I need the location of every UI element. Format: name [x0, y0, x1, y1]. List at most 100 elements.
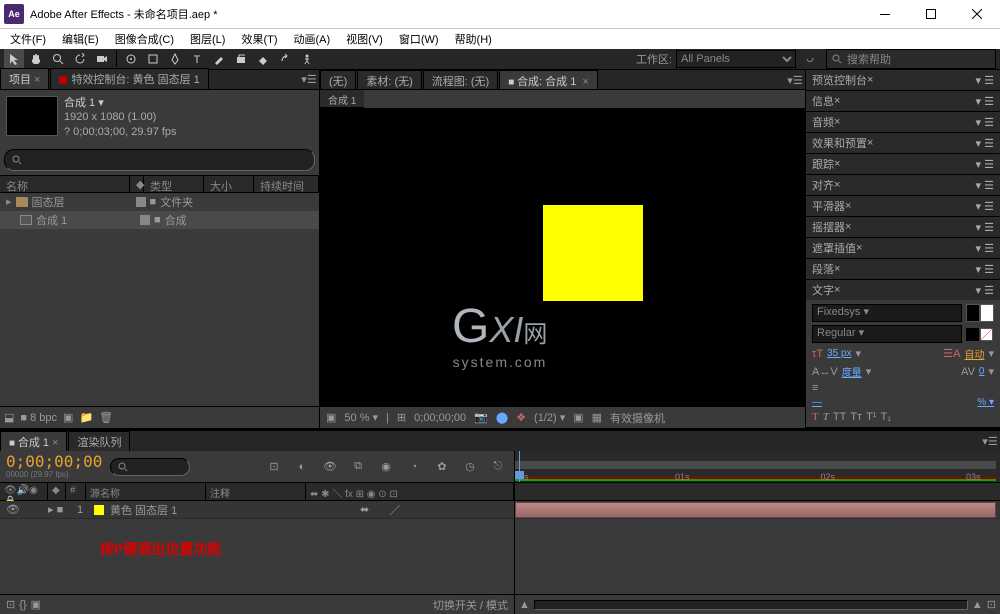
roi-icon[interactable]: ▣: [573, 411, 583, 424]
panel-align[interactable]: 对齐×▾ ☰: [806, 175, 1000, 195]
fill-color-swatch[interactable]: [966, 304, 980, 322]
workspace-refresh-icon[interactable]: [800, 49, 820, 69]
panel-character[interactable]: 文字×▾ ☰: [806, 280, 1000, 300]
menu-animation[interactable]: 动画(A): [288, 29, 337, 49]
toggle-graph-icon[interactable]: {}: [19, 599, 26, 611]
panel-mask-interp[interactable]: 遮罩插值×▾ ☰: [806, 238, 1000, 258]
col-label[interactable]: ◆: [130, 176, 144, 192]
toggle-inout-icon[interactable]: ▣: [31, 598, 41, 611]
clone-tool[interactable]: [231, 49, 251, 69]
leading-value[interactable]: 自动: [964, 346, 984, 361]
timeline-search[interactable]: [110, 458, 190, 476]
menu-layer[interactable]: 图层(L): [184, 29, 231, 49]
menu-composition[interactable]: 图像合成(C): [109, 29, 180, 49]
col-duration[interactable]: 持续时间: [254, 176, 319, 192]
snapshot-icon[interactable]: 📷: [474, 411, 488, 424]
project-row-comp[interactable]: 合成 1 ■ 合成: [0, 211, 319, 229]
zoom-in-icon[interactable]: ▲: [972, 599, 983, 611]
workspace-dropdown[interactable]: All Panels: [676, 50, 796, 68]
panel-effects-presets[interactable]: 效果和预置×▾ ☰: [806, 133, 1000, 153]
auto-keyframe-icon[interactable]: ◷: [460, 457, 480, 477]
brainstorm-icon[interactable]: ✿: [432, 457, 452, 477]
pan-behind-tool[interactable]: [121, 49, 141, 69]
panel-menu-icon[interactable]: ▾☰: [785, 70, 805, 90]
col-type[interactable]: 类型: [144, 176, 204, 192]
shy-icon[interactable]: 👁: [320, 457, 340, 477]
comp-button-icon[interactable]: ⊡: [987, 598, 996, 611]
playhead[interactable]: [519, 451, 520, 482]
panel-wiggler[interactable]: 摇摆器×▾ ☰: [806, 217, 1000, 237]
tracking-value[interactable]: 0: [979, 366, 985, 377]
interpret-footage-icon[interactable]: ⬓: [4, 411, 14, 424]
tab-footage-none[interactable]: 素材: (无): [357, 70, 421, 89]
tab-layer-none[interactable]: (无): [320, 70, 356, 89]
resolution-dropdown[interactable]: (1/2) ▾: [534, 411, 565, 424]
toggle-switch-icon[interactable]: ⊡: [6, 598, 15, 611]
puppet-tool[interactable]: [297, 49, 317, 69]
timeline-layer-1[interactable]: 👁 ▸ ■ 1 黄色 固态层 1 ⬌ ／: [0, 501, 514, 519]
minimize-button[interactable]: [862, 0, 908, 28]
subscript-button[interactable]: T₁: [880, 411, 890, 423]
rotate-tool[interactable]: [70, 49, 90, 69]
project-search-input[interactable]: [4, 149, 315, 171]
selection-tool[interactable]: [4, 49, 24, 69]
shape-tool[interactable]: [143, 49, 163, 69]
panel-menu-icon[interactable]: ▾☰: [980, 431, 1000, 451]
panel-paragraph[interactable]: 段落×▾ ☰: [806, 259, 1000, 279]
font-size-value[interactable]: 35 px: [827, 348, 851, 359]
superscript-button[interactable]: T¹: [866, 411, 876, 423]
zoom-tool[interactable]: [48, 49, 68, 69]
viewer-comp-tab[interactable]: 合成 1: [320, 90, 364, 108]
toggle-modes-button[interactable]: 切换开关 / 模式: [433, 597, 508, 613]
tab-comp-active[interactable]: ■ 合成: 合成 1 ×: [499, 70, 598, 89]
delete-icon[interactable]: 🗑: [99, 411, 113, 424]
close-button[interactable]: [954, 0, 1000, 28]
tab-project[interactable]: 项目×: [0, 68, 49, 89]
camera-dropdown[interactable]: 有效摄像机: [610, 410, 665, 426]
transparency-icon[interactable]: ▦: [592, 411, 602, 424]
comp-mini-flowchart-icon[interactable]: ⊡: [264, 457, 284, 477]
menu-view[interactable]: 视图(V): [340, 29, 389, 49]
eraser-tool[interactable]: [253, 49, 273, 69]
col-name[interactable]: 名称: [0, 176, 130, 192]
current-timecode[interactable]: 0;00;00;00: [6, 452, 102, 471]
graph-editor-icon[interactable]: ◔: [404, 457, 424, 477]
bpc-button[interactable]: ■ 8 bpc: [20, 412, 57, 424]
new-comp-icon[interactable]: ▣: [63, 411, 73, 424]
maximize-button[interactable]: [908, 0, 954, 28]
menu-edit[interactable]: 编辑(E): [56, 29, 105, 49]
col-size[interactable]: 大小: [204, 176, 254, 192]
layer-bar-1[interactable]: [515, 501, 1000, 519]
draft3d-icon[interactable]: ◐: [292, 457, 312, 477]
panel-smoother[interactable]: 平滑器×▾ ☰: [806, 196, 1000, 216]
kerning-value[interactable]: 度量: [842, 364, 862, 379]
font-style-dropdown[interactable]: Regular ▾: [812, 325, 962, 343]
all-caps-button[interactable]: TT: [833, 411, 846, 423]
brush-tool[interactable]: [209, 49, 229, 69]
stroke-color-swatch[interactable]: [980, 304, 994, 322]
viewer-grid-icon[interactable]: ⊞: [397, 411, 406, 424]
panel-tracker[interactable]: 跟踪×▾ ☰: [806, 154, 1000, 174]
zoom-out-icon[interactable]: ▲: [519, 599, 530, 611]
rgb-icon[interactable]: ❖: [516, 411, 526, 424]
roto-tool[interactable]: [275, 49, 295, 69]
tab-flowchart[interactable]: 流程图: (无): [423, 70, 498, 89]
comp-viewer[interactable]: GXI网 system.com: [320, 108, 805, 406]
zoom-dropdown[interactable]: 50 % ▾: [344, 411, 378, 424]
faux-italic-button[interactable]: T: [823, 411, 829, 423]
panel-preview[interactable]: 预览控制台×▾ ☰: [806, 70, 1000, 90]
project-row-solids[interactable]: ▸ 固态层 ■ 文件夹: [0, 193, 319, 211]
frameblend-icon[interactable]: ⧉: [348, 457, 368, 477]
text-tool[interactable]: T: [187, 49, 207, 69]
text-scale-v[interactable]: —: [812, 397, 822, 408]
channel-icon[interactable]: ⬤: [496, 411, 508, 424]
menu-file[interactable]: 文件(F): [4, 29, 52, 49]
menu-window[interactable]: 窗口(W): [393, 29, 445, 49]
hand-tool[interactable]: [26, 49, 46, 69]
panel-audio[interactable]: 音频×▾ ☰: [806, 112, 1000, 132]
timeline-tab-renderqueue[interactable]: 渲染队列: [68, 431, 130, 451]
switch-icon[interactable]: ⎋: [488, 457, 508, 477]
motionblur-icon[interactable]: ◉: [376, 457, 396, 477]
camera-tool[interactable]: [92, 49, 112, 69]
menu-help[interactable]: 帮助(H): [449, 29, 498, 49]
